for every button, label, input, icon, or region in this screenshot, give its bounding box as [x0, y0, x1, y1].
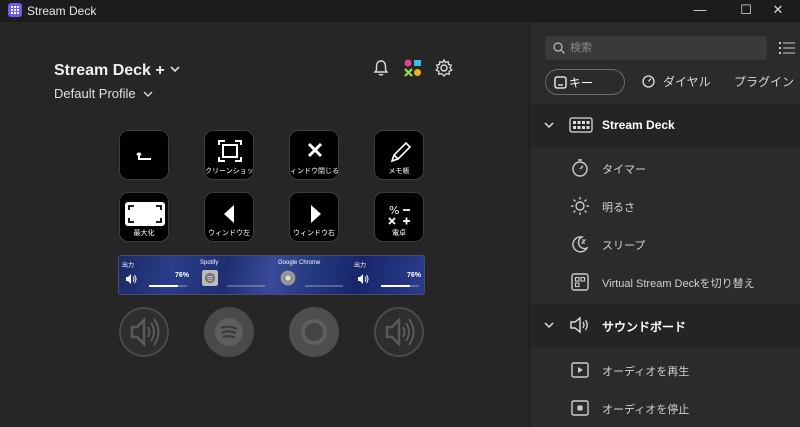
key-close-window[interactable]: ィンドウ閉じる [289, 130, 339, 180]
chrome-icon [280, 270, 296, 286]
close-button[interactable]: ✕ [756, 0, 800, 22]
volume-bar [305, 285, 343, 287]
category-soundboard[interactable]: サウンドボード [530, 304, 800, 348]
speaker-icon [126, 274, 137, 284]
touch-segment-spotify[interactable]: Spotify [197, 256, 273, 294]
chrome-dial-icon[interactable] [288, 306, 340, 358]
device-name[interactable]: Stream Deck + [54, 62, 165, 80]
tab-label: プラグイン [734, 75, 795, 89]
device-dropdown-icon[interactable] [168, 62, 182, 76]
play-audio-icon [571, 362, 589, 378]
chevron-down-icon [544, 122, 554, 129]
action-label: オーディオを停止 [602, 404, 690, 416]
key-label: ウィンドウ右 [293, 230, 335, 237]
volume-dial-icon[interactable] [118, 306, 170, 358]
speaker-icon [570, 316, 588, 334]
key-calculator[interactable]: % 電卓 [374, 192, 424, 242]
action-virtual-stream-deck[interactable]: Virtual Stream Deckを切り替え [530, 263, 800, 301]
action-label: 明るさ [602, 202, 635, 214]
action-brightness[interactable]: 明るさ [530, 187, 800, 225]
key-notepad[interactable]: メモ帳 [374, 130, 424, 180]
profile-name[interactable]: Default Profile [54, 86, 136, 101]
title-bar: Stream Deck — ☐ ✕ [0, 0, 800, 22]
volume-dial-icon[interactable] [373, 306, 425, 358]
volume-bar [381, 285, 419, 287]
touch-segment-output-1[interactable]: 出力 76% [119, 256, 195, 294]
profile-dropdown-icon[interactable] [142, 88, 154, 100]
search-input[interactable] [570, 36, 760, 60]
spotify-icon [202, 270, 218, 286]
tab-dials[interactable]: ダイヤル [642, 69, 711, 95]
tab-label: ダイヤル [663, 75, 711, 89]
stream-deck-icon [569, 117, 593, 133]
action-play-audio[interactable]: オーディオを再生 [530, 351, 800, 389]
volume-fill [149, 285, 178, 287]
volume-bar [227, 285, 265, 287]
key-window-left[interactable]: ウィンドウ左 [204, 192, 254, 242]
action-timer[interactable]: タイマー [530, 149, 800, 187]
action-label: Virtual Stream Deckを切り替え [602, 278, 755, 290]
timer-icon [572, 159, 588, 177]
brightness-icon [571, 197, 589, 215]
search-icon [553, 42, 565, 54]
key-label: ウィンドウ左 [208, 230, 250, 237]
tab-plugins[interactable]: プラグイン [734, 69, 794, 95]
category-label: サウンドボード [602, 320, 687, 334]
app-title: Stream Deck [27, 4, 97, 18]
touch-segment-chrome[interactable]: Google Chrome [275, 256, 351, 294]
gear-icon[interactable] [434, 58, 454, 78]
action-stop-audio[interactable]: オーディオを停止 [530, 389, 800, 427]
search-box[interactable] [545, 36, 767, 60]
key-back[interactable] [119, 130, 169, 180]
segment-title: Spotify [200, 260, 219, 266]
key-window-right[interactable]: ウィンドウ右 [289, 192, 339, 242]
virtual-deck-icon [571, 273, 589, 291]
action-label: オーディオを再生 [602, 366, 690, 378]
sleep-icon [572, 236, 589, 253]
key-tab-icon [554, 76, 567, 89]
key-label: ィンドウ閉じる [290, 168, 338, 175]
segment-value: 76% [406, 272, 421, 279]
app-logo-icon [8, 3, 22, 17]
segment-title: 出力 [122, 263, 135, 269]
spotify-dial-icon[interactable] [203, 306, 255, 358]
svg-text:%: % [389, 204, 399, 217]
key-label: 電卓 [392, 230, 406, 237]
action-label: タイマー [602, 164, 646, 176]
segment-value: 76% [174, 272, 189, 279]
key-label: メモ帳 [388, 168, 410, 175]
segment-title: 出力 [354, 263, 367, 269]
bell-icon[interactable] [371, 58, 391, 78]
tab-label: キー [569, 76, 594, 90]
back-arrow-icon [136, 152, 151, 160]
volume-fill [381, 285, 410, 287]
tab-keys[interactable]: キー [545, 69, 625, 95]
speaker-icon [358, 274, 369, 284]
action-sleep[interactable]: スリープ [530, 225, 800, 263]
category-stream-deck[interactable]: Stream Deck [530, 104, 800, 148]
category-label: Stream Deck [602, 118, 675, 132]
list-view-icon[interactable] [779, 41, 795, 55]
chevron-down-icon [544, 322, 554, 329]
segment-title: Google Chrome [278, 260, 321, 266]
touch-segment-output-2[interactable]: 出力 76% [351, 256, 424, 294]
minimize-button[interactable]: — [678, 0, 722, 22]
key-screenshot[interactable]: クリーンショット [204, 130, 254, 180]
device-panel: Stream Deck + Default Profile クリーンショット ィ… [0, 22, 529, 427]
volume-bar [149, 285, 187, 287]
action-label: スリープ [602, 240, 646, 252]
key-label: クリーンショット [205, 168, 253, 175]
touch-strip[interactable]: 出力 76% Spotify Google Chrome 出力 76% [118, 255, 425, 295]
key-maximize[interactable]: 最大化 [119, 192, 169, 242]
key-label: 最大化 [133, 230, 155, 237]
actions-sidebar: キー ダイヤル プラグイン Stream Deck タイマー 明るさ スリープ … [529, 22, 800, 427]
stop-audio-icon [571, 400, 589, 416]
marketplace-icon[interactable] [403, 58, 423, 78]
dial-tab-icon [642, 75, 655, 88]
